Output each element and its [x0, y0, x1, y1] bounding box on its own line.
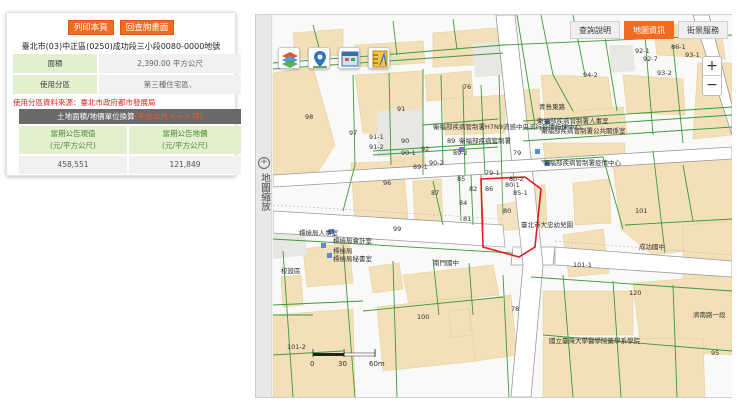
locate-tool-button[interactable] [308, 47, 330, 69]
lot-79-label: 79 [513, 149, 521, 157]
lot-99-label: 99 [393, 225, 401, 233]
scale-label-0: 0 [310, 360, 314, 368]
lot-86-label: 86 [485, 185, 493, 193]
ctr-1-label: 標檢局人事室 [299, 228, 339, 237]
parcel-info-panel: 列印本頁 回查詢畫面 臺北市(03)中正區(0250)成功段三小段0080-00… [6, 12, 241, 176]
lot-120-label: 120 [629, 289, 641, 297]
lot-98-label: 98 [305, 113, 313, 121]
lot-89-label: 89 [447, 137, 455, 145]
parcel-title: 臺北市(03)中正區(0250)成功段三小段0080-0000地號 [21, 42, 221, 51]
tab-street-view[interactable]: 街景服務 [678, 21, 728, 39]
lot-80-label: 80 [503, 207, 511, 215]
map-zoom-controls: + − [702, 56, 722, 96]
map-tabs: 查詢說明 地圖資訊 街景服務 [566, 21, 728, 39]
ctr-3-label: 標檢局秘書室 [333, 254, 373, 263]
zoning-row: 使用分區 第三種住宅區、 [13, 75, 241, 94]
zoom-in-button[interactable]: + [703, 57, 721, 76]
road-top-label: 青島東路 [539, 102, 566, 111]
lot-87-label: 87 [431, 189, 439, 197]
layers-icon [282, 52, 298, 68]
print-map-tool-button[interactable] [338, 47, 360, 69]
lot-90-label: 90 [401, 137, 409, 145]
hosp-1-label: 校設區 [281, 266, 301, 275]
area-label: 面積 [13, 54, 97, 73]
map-frame: + 地圖縮放 80 80-1 80-2 79-1 81 82 85 86 87 … [255, 14, 732, 398]
map-svg[interactable]: 80 80-1 80-2 79-1 81 82 85 86 87 89 89-2… [273, 15, 732, 397]
bldg-3-label: 衛福部疾病管制署公共關係室 [541, 126, 626, 135]
lot-101-1-label: 101-1 [573, 261, 592, 269]
school-2-label: 國立臺灣大學醫學院藥學系學院 [549, 336, 641, 345]
lot-84-label: 84 [459, 199, 467, 207]
unit-conversion-label: 土地面積/地價單位換算 [57, 112, 135, 121]
bldg-4-label: 衛福部疾病管制署 [459, 136, 512, 145]
lot-93-2-label: 93-2 [657, 69, 672, 77]
zoning-value: 第三種住宅區、 [99, 75, 241, 94]
bldg-5-label: 衛福部疾病管制署疫情中心 [543, 158, 622, 167]
unit-conversion-link[interactable]: (平方公尺 <－> 坪) [135, 112, 203, 121]
lot-92-1-label: 92-1 [635, 47, 650, 55]
lot-91-2-label: 91-2 [369, 143, 384, 151]
lot-85-1-label: 85-1 [513, 189, 528, 197]
lot-85-label: 85 [457, 175, 465, 183]
lot-89-2-label: 89-2 [453, 149, 468, 157]
lot-81-label: 81 [463, 215, 471, 223]
unit-conversion-bar[interactable]: 土地面積/地價單位換算(平方公尺 <－> 坪) [19, 109, 241, 124]
lot-94-2-label: 94-2 [583, 71, 598, 79]
print-button[interactable]: 列印本頁 [67, 20, 114, 35]
zoom-plus-icon[interactable]: + [258, 157, 270, 169]
page: 列印本頁 回查詢畫面 臺北市(03)中正區(0250)成功段三小段0080-00… [0, 0, 740, 407]
lot-95-label: 95 [711, 349, 719, 357]
lot-89-1-label: 89-1 [413, 163, 428, 171]
tab-query-help[interactable]: 查詢說明 [570, 21, 620, 39]
lot-90-1-label: 90-1 [401, 149, 416, 157]
lot-80-2-label: 80-2 [509, 175, 524, 183]
tab-map-info[interactable]: 地圖資訊 [624, 21, 674, 39]
road-right-label: 濟南路一段 [693, 310, 726, 319]
lot-91-label: 91 [397, 105, 405, 113]
scale-label-30: 30 [338, 360, 347, 368]
school-1-label: 成功國中 [639, 242, 665, 251]
lot-96-label: 96 [383, 179, 391, 187]
zoning-label: 使用分區 [13, 75, 97, 94]
lot-93-1-label: 93-1 [685, 51, 700, 59]
current-value-cell: 458,551 [19, 156, 127, 174]
ruler-icon [372, 50, 388, 68]
back-to-query-button[interactable]: 回查詢畫面 [119, 20, 175, 35]
land-price-header-text: 當期公告地價 (元/平方公尺) [162, 129, 208, 150]
lot-76-label: 76 [463, 83, 471, 91]
lot-101-label: 101 [635, 207, 647, 215]
current-value-header-text: 當期公告現值 (元/平方公尺) [50, 129, 96, 150]
ctr-2-label: 標檢局會計室 [333, 236, 373, 245]
lot-91-1-label: 91-1 [369, 133, 384, 141]
scale-label-60: 60m [369, 360, 385, 368]
xiniu-label: 南門國中 [433, 258, 459, 267]
land-price-header: 當期公告地價 (元/平方公尺) [129, 126, 241, 154]
lot-82-label: 82 [469, 185, 477, 193]
map-zoom-label: 地圖縮放 [259, 173, 270, 211]
lot-92-7-label: 92-7 [643, 55, 658, 63]
lot-100-label: 100 [417, 313, 429, 321]
lot-78-label: 78 [511, 305, 519, 313]
zoom-out-button[interactable]: − [703, 76, 721, 95]
map-canvas[interactable]: 80 80-1 80-2 79-1 81 82 85 86 87 89 89-2… [273, 15, 732, 397]
ctr-4-label: 標檢局 [333, 246, 353, 255]
area-row: 面積 2,390.00 平方公尺 [13, 54, 241, 73]
map-print-icon [341, 51, 359, 67]
measure-tool-button[interactable] [368, 47, 390, 69]
lot-90-2-label: 90-2 [429, 159, 444, 167]
land-price-cell: 121,849 [129, 156, 241, 174]
kindergarten-label: 臺北市大忠幼兒園 [521, 220, 573, 229]
layers-tool-button[interactable] [278, 47, 300, 69]
location-pin-icon [313, 51, 327, 68]
lot-97-label: 97 [349, 129, 357, 137]
area-value: 2,390.00 平方公尺 [99, 54, 241, 73]
zoning-source-note: 使用分區資料來源：臺北市政府都市發展局 [13, 98, 156, 107]
lot-101-2-label: 101-2 [287, 343, 306, 351]
lot-79-1-label: 79-1 [485, 169, 500, 177]
current-value-header: 當期公告現值 (元/平方公尺) [19, 126, 127, 154]
action-buttons: 列印本頁 回查詢畫面 [7, 20, 235, 35]
lot-86-1-label: 86-1 [671, 43, 686, 51]
lot-92-label: 92 [421, 145, 429, 153]
map-zoom-strip[interactable]: + 地圖縮放 [256, 15, 272, 397]
